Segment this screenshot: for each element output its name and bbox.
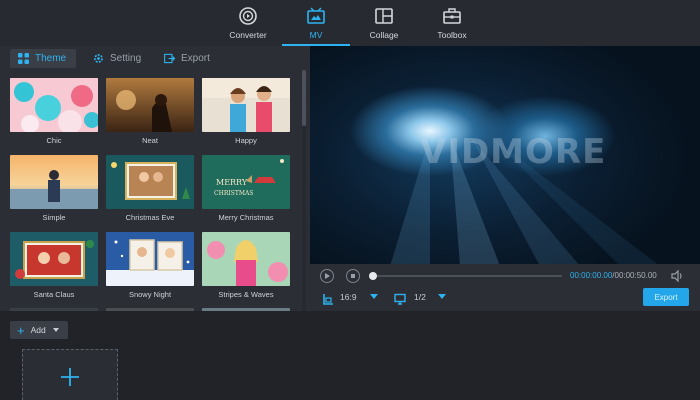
media-strip: + Add bbox=[0, 311, 700, 400]
aspect-controls: 16:9 1/2 bbox=[310, 290, 700, 306]
monitor-icon bbox=[394, 292, 406, 305]
total-time: /00:00:50.00 bbox=[612, 271, 657, 280]
chevron-down-icon[interactable] bbox=[52, 328, 59, 332]
current-time: 00:00:00.00 bbox=[570, 271, 613, 280]
theme-name: Chic bbox=[46, 136, 62, 145]
play-button[interactable] bbox=[320, 269, 334, 283]
panel-tabs: Theme Setting Export bbox=[0, 46, 310, 70]
theme-item-stripes-waves[interactable]: Stripes & Waves bbox=[202, 232, 290, 299]
watermark: VIDMORE bbox=[420, 132, 607, 172]
nav-mv-label: MV bbox=[309, 30, 323, 40]
theme-name: Neat bbox=[142, 136, 158, 145]
nav-toolbox[interactable]: Toolbox bbox=[418, 0, 486, 46]
export-icon bbox=[164, 53, 175, 64]
theme-name: Stripes & Waves bbox=[218, 290, 274, 299]
add-media-icon bbox=[61, 368, 79, 386]
progress-bar[interactable] bbox=[369, 272, 562, 280]
theme-item-christmas-eve[interactable]: Christmas Eve bbox=[106, 155, 194, 222]
video-preview: VIDMORE bbox=[310, 46, 700, 264]
theme-panel: Theme Setting Export Chic Neat Happy Sim… bbox=[0, 46, 310, 311]
toolbox-icon bbox=[441, 5, 463, 27]
progress-knob[interactable] bbox=[369, 272, 377, 280]
theme-thumbnail bbox=[10, 155, 98, 209]
theme-name: Santa Claus bbox=[33, 290, 75, 299]
tab-theme[interactable]: Theme bbox=[10, 49, 76, 68]
theme-item-snowy-night[interactable]: Snowy Night bbox=[106, 232, 194, 299]
scrollbar-thumb[interactable] bbox=[302, 70, 306, 126]
export-button[interactable]: Export bbox=[643, 288, 689, 306]
theme-scrollbar[interactable] bbox=[302, 70, 306, 311]
timecode: 00:00:00.00/00:00:50.00 bbox=[570, 271, 657, 280]
theme-thumbnail bbox=[202, 78, 290, 132]
theme-thumbnail bbox=[106, 232, 194, 286]
nav-collage[interactable]: Collage bbox=[350, 0, 418, 46]
aspect-ratio-value[interactable]: 16:9 bbox=[340, 292, 357, 302]
tab-setting-label: Setting bbox=[110, 53, 142, 64]
add-button[interactable]: + Add bbox=[10, 321, 68, 339]
theme-thumbnail bbox=[10, 232, 98, 286]
converter-icon bbox=[237, 5, 259, 27]
theme-item-happy[interactable]: Happy bbox=[202, 78, 290, 145]
theme-thumbnail bbox=[106, 78, 194, 132]
theme-name: Simple bbox=[42, 213, 66, 222]
theme-thumbnail bbox=[10, 78, 98, 132]
theme-item-santa-claus[interactable]: Santa Claus bbox=[10, 232, 98, 299]
theme-thumbnail bbox=[202, 232, 290, 286]
theme-grid-icon bbox=[18, 53, 29, 64]
nav-collage-label: Collage bbox=[369, 30, 399, 40]
collage-icon bbox=[373, 5, 395, 27]
nav-toolbox-label: Toolbox bbox=[437, 30, 467, 40]
player-controls: 00:00:00.00/00:00:50.00 16:9 1/2 Export bbox=[310, 264, 700, 311]
nav-converter[interactable]: Converter bbox=[214, 0, 282, 46]
page-indicator[interactable]: 1/2 bbox=[414, 292, 426, 302]
stop-button[interactable] bbox=[346, 269, 360, 283]
theme-name: Christmas Eve bbox=[125, 213, 175, 222]
tab-theme-label: Theme bbox=[35, 53, 67, 64]
theme-grid: Chic Neat Happy Simple Christmas Eve MER… bbox=[0, 70, 300, 311]
theme-name: Happy bbox=[235, 136, 257, 145]
tab-setting[interactable]: Setting bbox=[85, 49, 155, 68]
play-icon bbox=[325, 273, 330, 279]
theme-item-neat[interactable]: Neat bbox=[106, 78, 194, 145]
theme-item-merry-christmas[interactable]: MERRY CHRISTMAS Merry Christmas bbox=[202, 155, 290, 222]
svg-text:CHRISTMAS: CHRISTMAS bbox=[214, 190, 253, 197]
tab-export[interactable]: Export bbox=[156, 49, 226, 68]
plus-icon: + bbox=[17, 322, 25, 338]
volume-icon[interactable] bbox=[670, 269, 684, 283]
mv-icon bbox=[305, 5, 327, 27]
theme-name: Snowy Night bbox=[128, 290, 172, 299]
app-window: Converter MV Collage Toolbox Theme Setti… bbox=[0, 0, 700, 400]
aspect-ratio-dropdown-icon[interactable] bbox=[370, 294, 378, 299]
gear-icon bbox=[93, 53, 104, 64]
theme-name: Merry Christmas bbox=[218, 213, 274, 222]
svg-text:MERRY: MERRY bbox=[216, 178, 248, 187]
aspect-ratio-icon bbox=[322, 292, 334, 305]
tab-export-label: Export bbox=[181, 53, 210, 64]
stop-icon bbox=[351, 274, 355, 278]
add-label: Add bbox=[30, 325, 46, 335]
theme-thumbnail bbox=[106, 155, 194, 209]
add-media-slot[interactable] bbox=[22, 349, 118, 400]
theme-item-simple[interactable]: Simple bbox=[10, 155, 98, 222]
theme-item-chic[interactable]: Chic bbox=[10, 78, 98, 145]
top-navigation: Converter MV Collage Toolbox bbox=[0, 0, 700, 46]
nav-mv[interactable]: MV bbox=[282, 0, 350, 46]
theme-thumbnail: MERRY CHRISTMAS bbox=[202, 155, 290, 209]
nav-converter-label: Converter bbox=[229, 30, 267, 40]
page-dropdown-icon[interactable] bbox=[438, 294, 446, 299]
